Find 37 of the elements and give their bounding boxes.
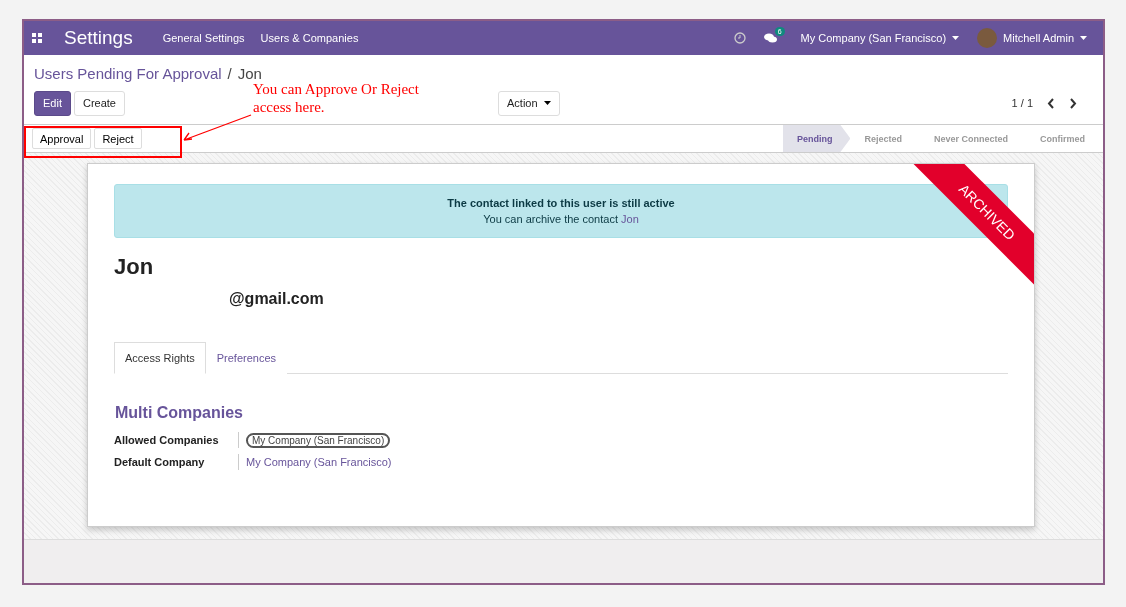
caret-icon	[1080, 36, 1087, 40]
user-name: Jon	[114, 254, 155, 280]
action-button[interactable]: Action	[498, 90, 560, 116]
caret-icon	[952, 36, 960, 40]
next-icon[interactable]	[1069, 97, 1077, 109]
user-email: @gmail.com	[229, 290, 325, 308]
caret-icon	[543, 101, 551, 105]
chat-icon[interactable]	[763, 32, 777, 44]
menu-item[interactable]: General Settings	[162, 32, 245, 44]
section-title: Multi Companies	[115, 404, 244, 422]
edit-button[interactable]: Edit	[34, 90, 71, 116]
breadcrumb-separator: /	[227, 65, 232, 82]
company-tag: My Company (San Francisco)	[246, 432, 391, 448]
breadcrumb-current: Jon	[237, 65, 262, 82]
user-menu[interactable]: Mitchell Admin	[977, 28, 1087, 48]
field-label: Allowed Companies	[114, 432, 239, 448]
contact-link[interactable]: Jon	[621, 213, 639, 225]
approval-button[interactable]: Approval	[32, 128, 92, 149]
annotation-arrow	[181, 114, 253, 144]
clock-icon[interactable]	[733, 32, 746, 44]
field-label: Default Company	[114, 454, 239, 470]
apps-menu-icon[interactable]	[32, 33, 42, 43]
alert-text: You can archive the contact Jon	[483, 212, 639, 227]
stage-step[interactable]: Pending	[782, 125, 851, 152]
breadcrumb-link[interactable]: Users Pending For Approval	[34, 65, 222, 82]
company-link[interactable]: My Company (San Francisco)	[246, 456, 392, 468]
company-switcher[interactable]: My Company (San Francisco)	[800, 32, 960, 44]
avatar-circle	[977, 28, 998, 48]
previous-icon[interactable]	[1047, 97, 1055, 109]
app-title: Settings	[64, 27, 133, 49]
create-button[interactable]: Create	[73, 90, 125, 116]
pager-text: 1 / 1	[1011, 97, 1033, 109]
reject-button[interactable]: Reject	[94, 128, 142, 149]
form-tab[interactable]: Access Rights	[114, 342, 206, 374]
alert-title: The contact linked to this user is still active	[447, 196, 675, 211]
menu-item[interactable]: Users & Companies	[260, 32, 359, 44]
annotation-text: You can Approve Or Reject access here.	[253, 80, 420, 116]
